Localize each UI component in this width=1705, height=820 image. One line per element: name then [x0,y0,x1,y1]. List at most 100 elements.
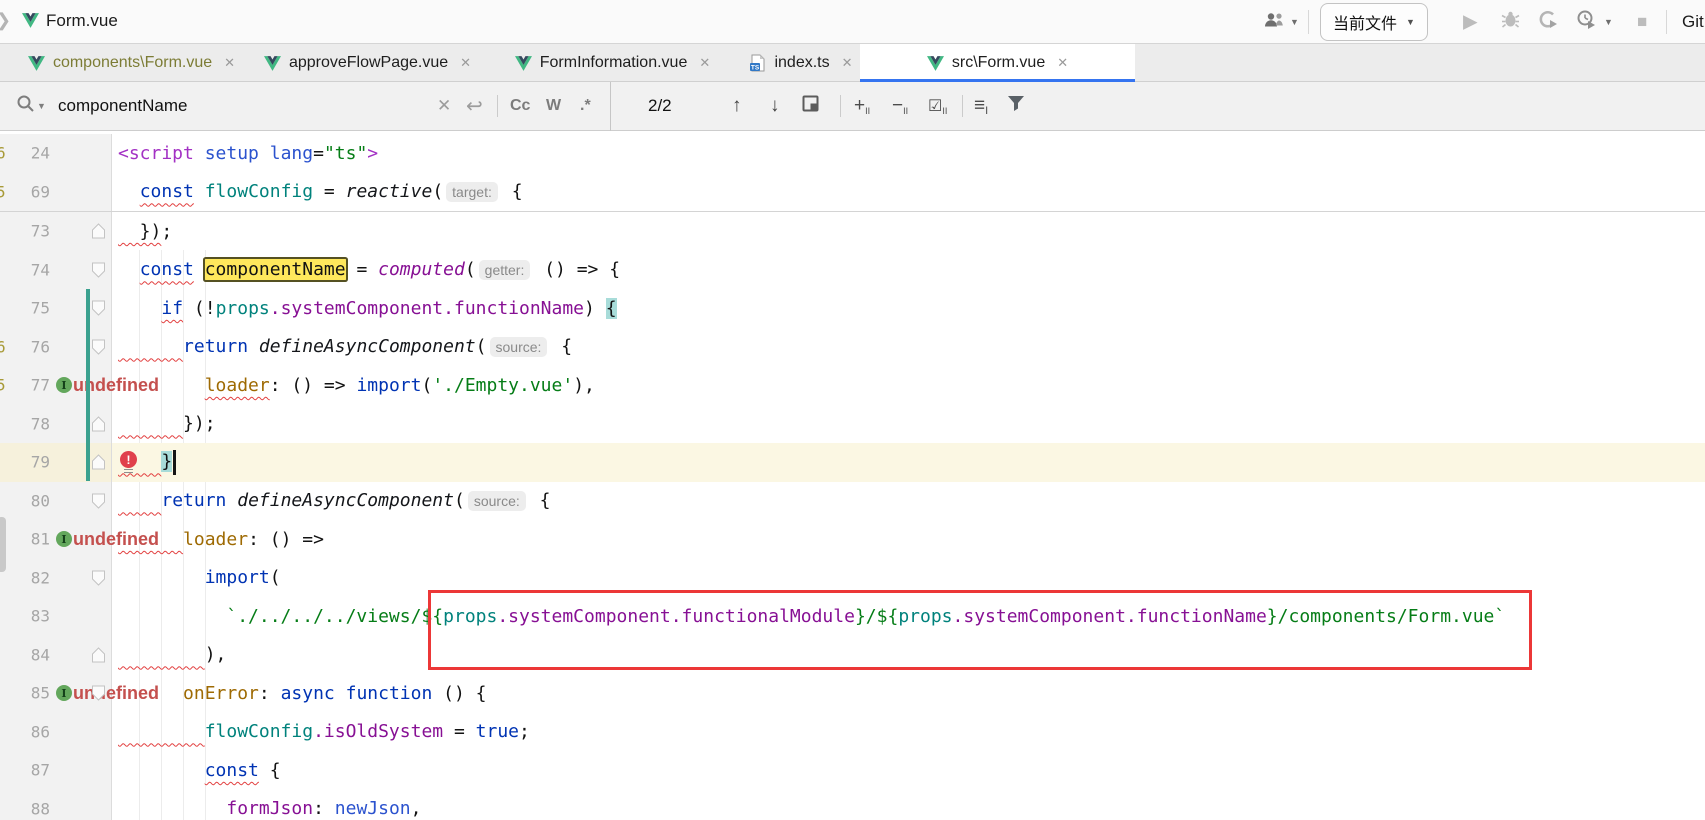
tab-close-icon[interactable]: ✕ [224,55,235,71]
tab-components-form.vue[interactable]: components\Form.vue✕ [8,44,255,82]
vcs-change-marker[interactable] [86,289,90,482]
line-number[interactable]: 88 [0,799,50,818]
line-number[interactable]: 80 [0,491,50,510]
code-line-content[interactable]: ! } [112,443,1705,482]
gutter[interactable]: 569 [0,173,112,212]
gutter[interactable]: 85Iundefined [0,674,112,713]
run-button[interactable]: ▶ [1463,10,1478,33]
git-menu[interactable]: Git [1682,12,1704,32]
gutter[interactable]: 79 [0,443,112,482]
gutter[interactable]: 84 [0,636,112,675]
gutter[interactable]: 676 [0,328,112,367]
run-configuration-select[interactable]: 当前文件 ▼ [1320,3,1428,41]
line-number[interactable]: 74 [0,260,50,279]
tab-close-icon[interactable]: ✕ [842,55,853,71]
tab-close-icon[interactable]: ✕ [460,55,471,71]
gutter[interactable]: 73 [0,212,112,251]
remove-occurrence-button[interactable]: −II [892,95,908,117]
filter-lines-icon[interactable]: ≡I [974,95,988,117]
newline-icon[interactable]: ↩ [466,94,483,119]
tab-approveflowpage.vue[interactable]: approveFlowPage.vue✕ [255,44,480,82]
code-line-content[interactable]: if (!props.systemComponent.functionName)… [112,289,1705,328]
line-number[interactable]: 69 [0,182,50,201]
left-scrollbar-thumb[interactable] [0,517,6,572]
regex-toggle[interactable]: .* [580,97,591,115]
line-number[interactable]: 24 [0,144,50,163]
code-line-content[interactable]: formJson: newJson, [112,790,1705,820]
gutter[interactable]: 83 [0,597,112,636]
line-number[interactable]: 81 [0,530,50,549]
stop-button[interactable]: ■ [1637,12,1647,32]
code-line-content[interactable]: return defineAsyncComponent(source: { [112,328,1705,367]
fold-open-icon[interactable] [91,569,106,586]
line-number[interactable]: 76 [0,337,50,356]
code-editor[interactable]: 624<script setup lang="ts">569 const flo… [0,131,1705,820]
code-with-me-icon[interactable] [1264,11,1285,32]
more-run-options-caret-icon[interactable]: ▼ [1604,17,1613,27]
words-toggle[interactable]: W [546,97,561,115]
breadcrumb[interactable]: Form.vue [46,11,118,31]
tab-close-icon[interactable]: ✕ [1057,55,1068,71]
gutter[interactable]: 87 [0,751,112,790]
code-line-content[interactable]: }); [112,405,1705,444]
code-line-content[interactable]: }); [112,212,1705,251]
gutter[interactable]: 81Iundefined [0,520,112,559]
line-number[interactable]: 79 [0,453,50,472]
add-occurrence-button[interactable]: +II [854,95,870,117]
previous-occurrence-button[interactable]: ↑ [732,95,742,117]
filter-search-results-button[interactable] [1008,96,1024,116]
next-occurrence-button[interactable]: ↓ [770,95,780,117]
gutter[interactable]: 86 [0,713,112,752]
clear-search-icon[interactable]: ✕ [437,96,451,116]
line-number[interactable]: 86 [0,722,50,741]
gutter[interactable]: 88 [0,790,112,820]
gutter[interactable]: 82 [0,559,112,598]
gutter[interactable]: 624 [0,134,112,173]
debug-button[interactable] [1501,10,1520,33]
code-line-content[interactable]: const { [112,751,1705,790]
fold-open-icon[interactable] [91,338,106,355]
tab-close-icon[interactable]: ✕ [699,55,710,71]
gutter[interactable]: 74 [0,251,112,290]
fold-open-icon[interactable] [91,492,106,509]
code-line-content[interactable]: const flowConfig = reactive(target: { [112,173,1705,212]
gutter[interactable]: 75 [0,289,112,328]
line-number[interactable]: 75 [0,299,50,318]
fold-open-icon[interactable] [91,261,106,278]
fold-open-icon[interactable] [91,300,106,317]
find-in-selection-button[interactable] [802,95,819,117]
fold-close-icon[interactable] [91,223,106,240]
fold-close-icon[interactable] [91,415,106,432]
search-icon[interactable] [16,94,35,118]
fold-close-icon[interactable] [91,646,106,663]
gutter[interactable]: 78 [0,405,112,444]
code-line-content[interactable]: <script setup lang="ts"> [112,134,1705,173]
error-bulb-icon[interactable]: ! [120,451,137,473]
line-number[interactable]: 87 [0,761,50,780]
tab-index.ts[interactable]: TSindex.ts✕ [745,44,857,82]
code-with-me-caret-icon[interactable]: ▼ [1290,17,1299,27]
gutter[interactable]: 80 [0,482,112,521]
match-case-toggle[interactable]: Cc [510,97,530,115]
line-number[interactable]: 78 [0,414,50,433]
line-number[interactable]: 82 [0,568,50,587]
code-line-content[interactable]: flowConfig.isOldSystem = true; [112,713,1705,752]
tab-src-form.vue[interactable]: src\Form.vue✕ [860,44,1135,82]
line-number[interactable]: 77 [0,376,50,395]
gutter[interactable]: 577Iundefined [0,366,112,405]
line-number[interactable]: 83 [0,607,50,626]
code-line-content[interactable]: loader: () => import('./Empty.vue'), [112,366,1705,405]
line-number[interactable]: 73 [0,222,50,241]
fold-close-icon[interactable] [91,454,106,471]
profiler-button[interactable] [1538,10,1558,34]
select-all-occurrences-button[interactable]: ☑II [928,96,947,116]
line-number[interactable]: 84 [0,645,50,664]
code-line-content[interactable]: loader: () => [112,520,1705,559]
code-line-content[interactable]: const componentName = computed(getter: (… [112,251,1705,290]
fold-open-icon[interactable] [91,685,106,702]
code-line-content[interactable]: onError: async function () { [112,674,1705,713]
line-number[interactable]: 85 [0,684,50,703]
search-input[interactable]: componentName [58,96,187,116]
search-options-caret-icon[interactable]: ▼ [37,101,46,111]
run-with-coverage-button[interactable] [1576,10,1596,34]
